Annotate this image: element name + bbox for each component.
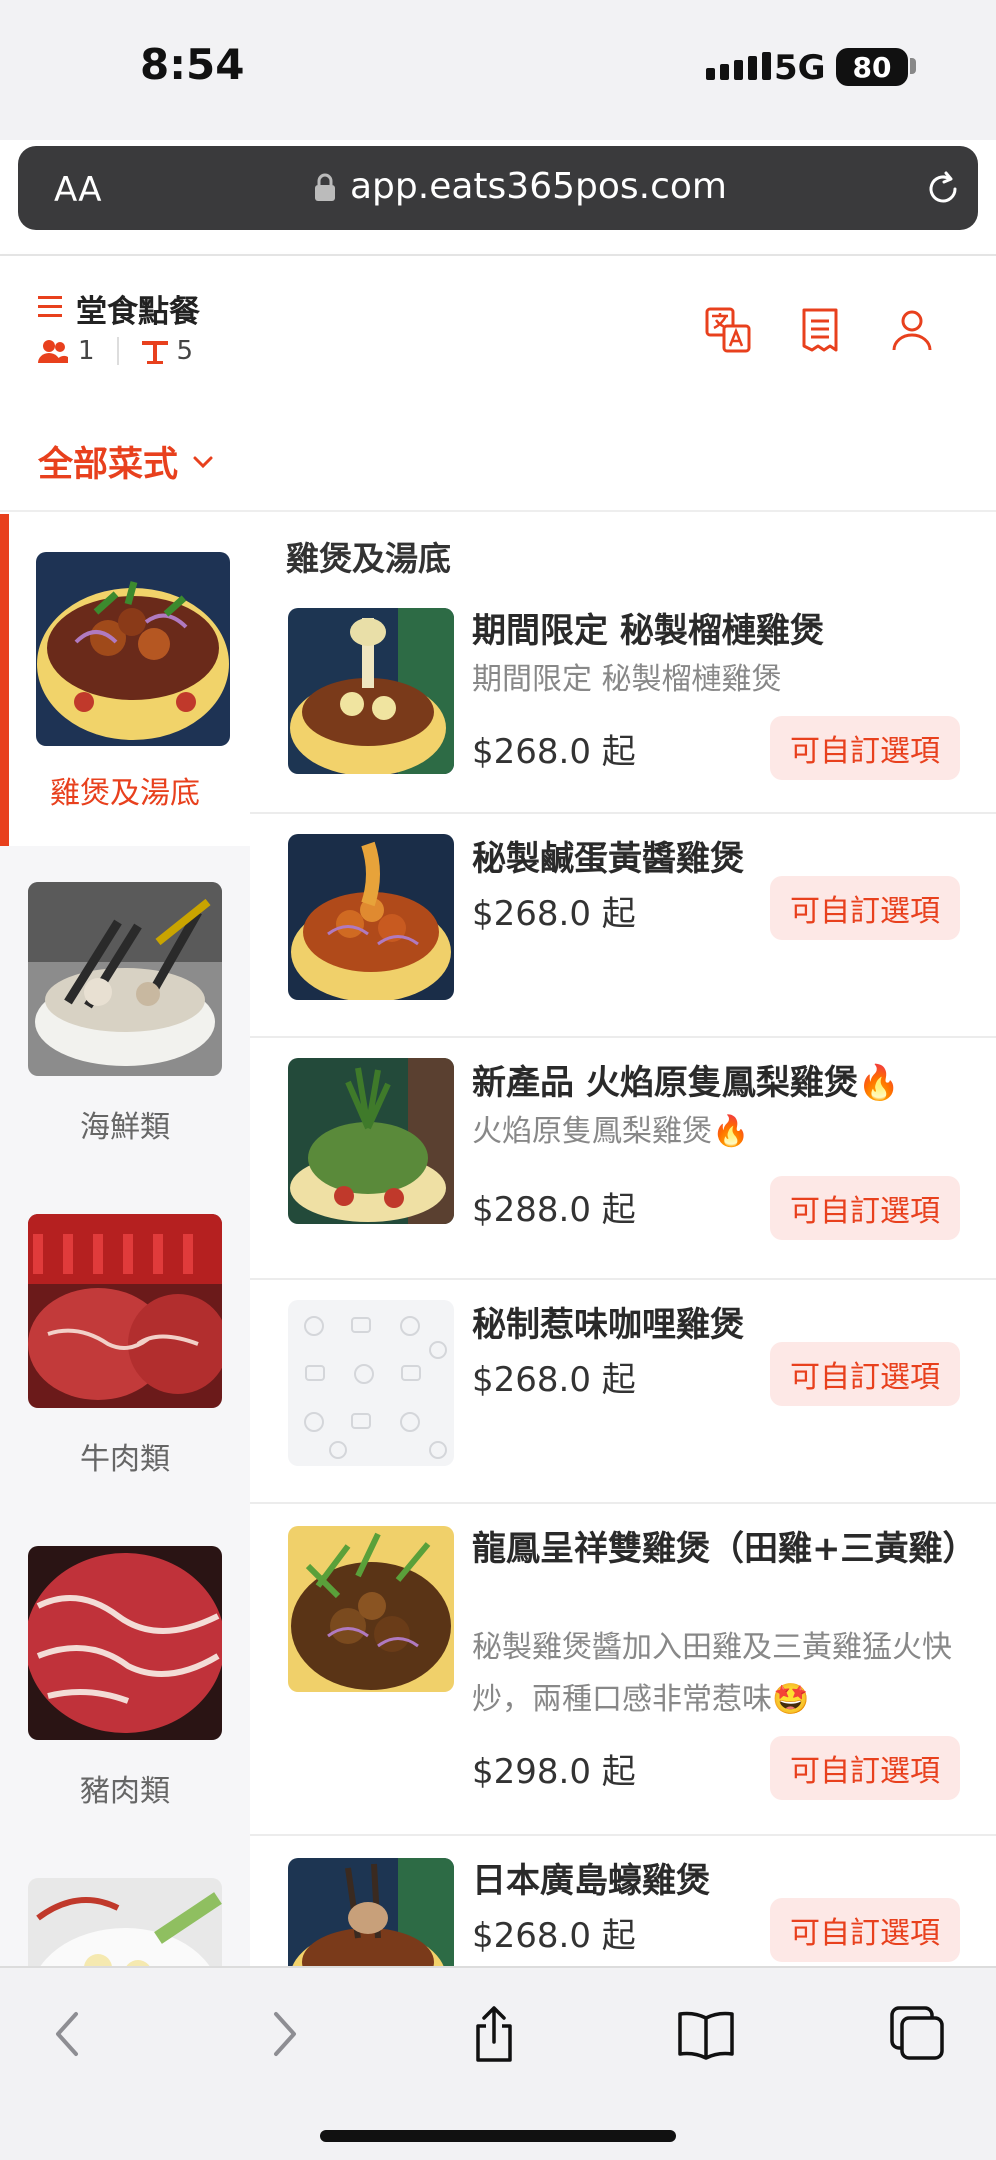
customizable-badge[interactable]: 可自訂選項 <box>770 1176 960 1240</box>
customizable-badge[interactable]: 可自訂選項 <box>770 1898 960 1962</box>
category-image <box>28 1214 222 1408</box>
menu-item[interactable]: 日本廣島蠔雞煲 $268.0 起 可自訂選項 <box>250 1836 996 1966</box>
account-icon[interactable] <box>888 306 936 354</box>
page-title: 堂食點餐 <box>76 294 200 330</box>
dish-price: $288.0 起 <box>472 1190 636 1230</box>
customizable-badge[interactable]: 可自訂選項 <box>770 716 960 780</box>
sidebar-item-label: 牛肉類 <box>80 1442 170 1477</box>
dish-name: 新產品 火焰原隻鳳梨雞煲🔥 <box>472 1063 901 1103</box>
menu-item[interactable]: 新產品 火焰原隻鳳梨雞煲🔥 火焰原隻鳳梨雞煲🔥 $288.0 起 可自訂選項 <box>250 1038 996 1280</box>
menu-item[interactable]: 龍鳳呈祥雙雞煲（田雞+三黃雞） 秘製雞煲醬加入田雞及三黃雞猛火快炒，兩種口感非常… <box>250 1504 996 1836</box>
sidebar-item-label: 雞煲及湯底 <box>50 776 200 811</box>
category-dropdown-label: 全部菜式 <box>38 445 179 485</box>
app-header: 堂食點餐 1 5 <box>0 254 996 402</box>
dish-description: 火焰原隻鳳梨雞煲🔥 <box>472 1114 750 1149</box>
category-sidebar: 雞煲及湯底 海鮮類 牛肉類 豬肉類 <box>0 514 250 1966</box>
customizable-badge[interactable]: 可自訂選項 <box>770 1342 960 1406</box>
category-image <box>36 552 230 746</box>
category-dropdown[interactable]: 全部菜式 <box>38 436 214 487</box>
sidebar-item-beef[interactable]: 牛肉類 <box>0 1178 250 1510</box>
dish-price: $268.0 起 <box>472 894 636 934</box>
category-image <box>28 1878 222 1966</box>
sidebar-item-more[interactable] <box>0 1842 250 1966</box>
section-title: 雞煲及湯底 <box>286 539 451 578</box>
dish-image <box>288 608 454 774</box>
menu-item[interactable]: 秘製鹹蛋黃醬雞煲 $268.0 起 可自訂選項 <box>250 814 996 1038</box>
menu-item[interactable]: 秘制惹味咖哩雞煲 $268.0 起 可自訂選項 <box>250 1280 996 1504</box>
customizable-badge[interactable]: 可自訂選項 <box>770 876 960 940</box>
hamburger-menu-icon[interactable] <box>38 296 64 318</box>
dish-description: 秘製雞煲醬加入田雞及三黃雞猛火快炒，兩種口感非常惹味🤩 <box>472 1630 952 1717</box>
url-text[interactable]: app.eats365pos.com <box>350 166 727 207</box>
sidebar-item-chicken-pot[interactable]: 雞煲及湯底 <box>0 514 250 846</box>
lock-icon <box>315 173 335 201</box>
tabs-icon[interactable] <box>888 2004 948 2064</box>
status-time: 8:54 <box>140 40 245 89</box>
dish-price: $268.0 起 <box>472 1916 636 1956</box>
address-bar[interactable]: AA app.eats365pos.com <box>18 146 978 230</box>
text-size-label: AA <box>54 170 102 210</box>
bookmarks-icon[interactable] <box>676 2004 736 2064</box>
status-bar: 8:54 5G 80 <box>0 0 996 140</box>
category-image <box>28 882 222 1076</box>
dish-image-placeholder <box>288 1300 454 1466</box>
guest-count: 1 <box>78 336 95 366</box>
dish-image <box>288 1058 454 1224</box>
home-indicator <box>320 2130 676 2142</box>
sidebar-item-label: 海鮮類 <box>80 1110 170 1145</box>
share-icon[interactable] <box>464 2004 524 2064</box>
menu-list: 雞煲及湯底 期間限定 秘製榴槤雞煲 期間限定 秘製榴槤雞煲 $268.0 起 可… <box>250 514 996 1966</box>
chevron-down-icon <box>193 456 213 468</box>
dish-name: 龍鳳呈祥雙雞煲（田雞+三黃雞） <box>472 1529 977 1569</box>
battery-nub <box>910 58 916 74</box>
guests-icon <box>38 340 68 363</box>
dish-image <box>288 834 454 1000</box>
dish-name: 期間限定 秘製榴槤雞煲 <box>472 611 824 651</box>
divider <box>116 337 119 365</box>
signal-icon <box>706 52 771 80</box>
network-label: 5G <box>774 48 826 88</box>
dish-image <box>288 1858 454 1966</box>
customizable-badge[interactable]: 可自訂選項 <box>770 1736 960 1800</box>
text-size-button[interactable]: AA <box>54 170 101 210</box>
sidebar-item-pork[interactable]: 豬肉類 <box>0 1510 250 1842</box>
reload-icon[interactable] <box>922 168 964 210</box>
order-info: 1 5 <box>38 336 193 366</box>
back-icon[interactable] <box>38 2004 98 2064</box>
dish-price: $268.0 起 <box>472 1360 636 1400</box>
translate-icon[interactable] <box>704 306 752 354</box>
dish-image <box>288 1526 454 1692</box>
category-filter: 全部菜式 <box>0 402 996 512</box>
table-number: 5 <box>176 336 194 366</box>
menu-item[interactable]: 期間限定 秘製榴槤雞煲 期間限定 秘製榴槤雞煲 $268.0 起 可自訂選項 <box>250 586 996 814</box>
dish-price: $268.0 起 <box>472 732 636 772</box>
battery-icon: 80 <box>836 48 908 86</box>
sidebar-item-seafood[interactable]: 海鮮類 <box>0 846 250 1178</box>
table-icon <box>141 341 168 364</box>
category-image <box>28 1546 222 1740</box>
dish-price: $298.0 起 <box>472 1752 636 1792</box>
sidebar-item-label: 豬肉類 <box>80 1774 170 1809</box>
dish-description: 期間限定 秘製榴槤雞煲 <box>472 662 782 697</box>
forward-icon[interactable] <box>254 2004 314 2064</box>
order-list-icon[interactable] <box>796 306 844 354</box>
